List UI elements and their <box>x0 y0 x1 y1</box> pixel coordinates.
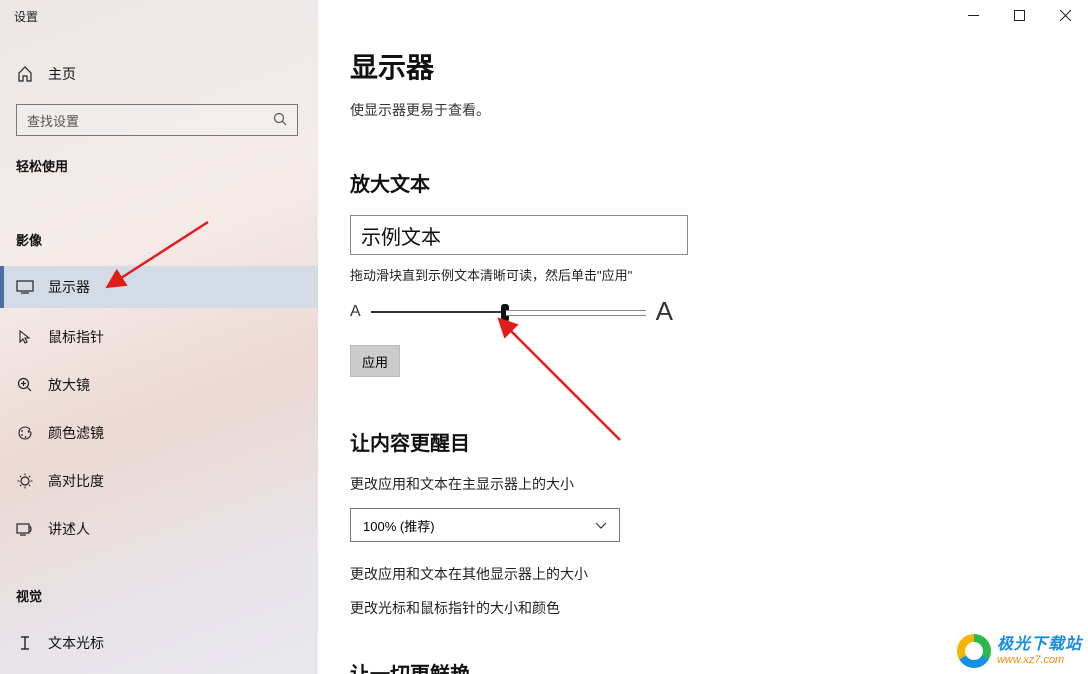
sidebar-item-label: 放大镜 <box>48 375 90 395</box>
watermark-url: www.xz7.com <box>997 654 1082 666</box>
other-display-description: 更改应用和文本在其他显示器上的大小 <box>350 564 1056 584</box>
sidebar-item-display[interactable]: 显示器 <box>0 266 318 308</box>
text-cursor-icon <box>16 635 34 651</box>
page-title: 显示器 <box>350 46 1056 86</box>
sidebar-item-magnifier[interactable]: 放大镜 <box>0 364 318 406</box>
sample-text-box: 示例文本 <box>350 215 688 255</box>
watermark-logo-icon <box>957 634 991 668</box>
magnifier-icon <box>16 377 34 393</box>
app-title: 设置 <box>14 8 38 25</box>
slider-min-icon: A <box>350 303 361 321</box>
vivid-heading: 让一切更鲜艳 <box>350 658 1056 674</box>
sidebar-item-label: 讲述人 <box>48 519 90 539</box>
main-content: 显示器 使显示器更易于查看。 放大文本 示例文本 拖动滑块直到示例文本清晰可读，… <box>318 0 1088 674</box>
slider-max-icon: A <box>656 296 673 327</box>
section-ease-of-access: 轻松使用 <box>16 156 68 175</box>
close-button[interactable] <box>1042 0 1088 30</box>
pointer-icon <box>16 329 34 345</box>
palette-icon <box>16 425 34 441</box>
sample-text: 示例文本 <box>361 221 441 250</box>
search-placeholder: 查找设置 <box>27 111 79 130</box>
sidebar-item-color-filter[interactable]: 颜色滤镜 <box>0 412 318 454</box>
display-icon <box>16 280 34 294</box>
apply-button-label: 应用 <box>362 352 388 371</box>
slider-instruction: 拖动滑块直到示例文本清晰可读，然后单击"应用" <box>350 265 1056 284</box>
home-icon <box>16 66 34 82</box>
prominent-heading: 让内容更醒目 <box>350 427 1056 456</box>
sidebar-item-label: 高对比度 <box>48 471 104 491</box>
sidebar-item-label: 文本光标 <box>48 633 104 653</box>
contrast-icon <box>16 473 34 489</box>
maximize-button[interactable] <box>996 0 1042 30</box>
sidebar-item-high-contrast[interactable]: 高对比度 <box>0 460 318 502</box>
page-subtitle: 使显示器更易于查看。 <box>350 100 1056 120</box>
chevron-down-icon <box>595 518 607 533</box>
home-label: 主页 <box>48 64 76 84</box>
enlarge-text-heading: 放大文本 <box>350 168 1056 197</box>
sidebar-item-pointer[interactable]: 鼠标指针 <box>0 316 318 358</box>
dropdown-value: 100% (推荐) <box>363 516 435 535</box>
scale-description: 更改应用和文本在主显示器上的大小 <box>350 474 1056 494</box>
sidebar-item-text-cursor[interactable]: 文本光标 <box>0 622 318 664</box>
sidebar-item-label: 颜色滤镜 <box>48 423 104 443</box>
watermark-name: 极光下载站 <box>997 636 1082 654</box>
text-size-slider[interactable] <box>371 311 646 313</box>
text-size-slider-row: A A <box>350 296 1056 327</box>
search-input[interactable]: 查找设置 <box>16 104 298 136</box>
section-visual: 视觉 <box>16 586 42 605</box>
display-scale-dropdown[interactable]: 100% (推荐) <box>350 508 620 542</box>
narrator-icon <box>16 522 34 536</box>
sidebar: 设置 主页 查找设置 轻松使用 影像 显示器 鼠标指针 <box>0 0 318 674</box>
search-icon <box>273 112 287 129</box>
sidebar-item-label: 鼠标指针 <box>48 327 104 347</box>
watermark: 极光下载站 www.xz7.com <box>957 634 1082 668</box>
section-vision: 影像 <box>16 230 42 249</box>
cursor-description: 更改光标和鼠标指针的大小和颜色 <box>350 598 1056 618</box>
minimize-button[interactable] <box>950 0 996 30</box>
sidebar-item-narrator[interactable]: 讲述人 <box>0 508 318 550</box>
slider-thumb[interactable] <box>501 304 509 322</box>
apply-button[interactable]: 应用 <box>350 345 400 377</box>
settings-window: 设置 主页 查找设置 轻松使用 影像 显示器 鼠标指针 <box>0 0 1088 674</box>
home-link[interactable]: 主页 <box>16 64 76 84</box>
window-controls <box>950 0 1088 30</box>
sidebar-item-label: 显示器 <box>48 277 90 297</box>
